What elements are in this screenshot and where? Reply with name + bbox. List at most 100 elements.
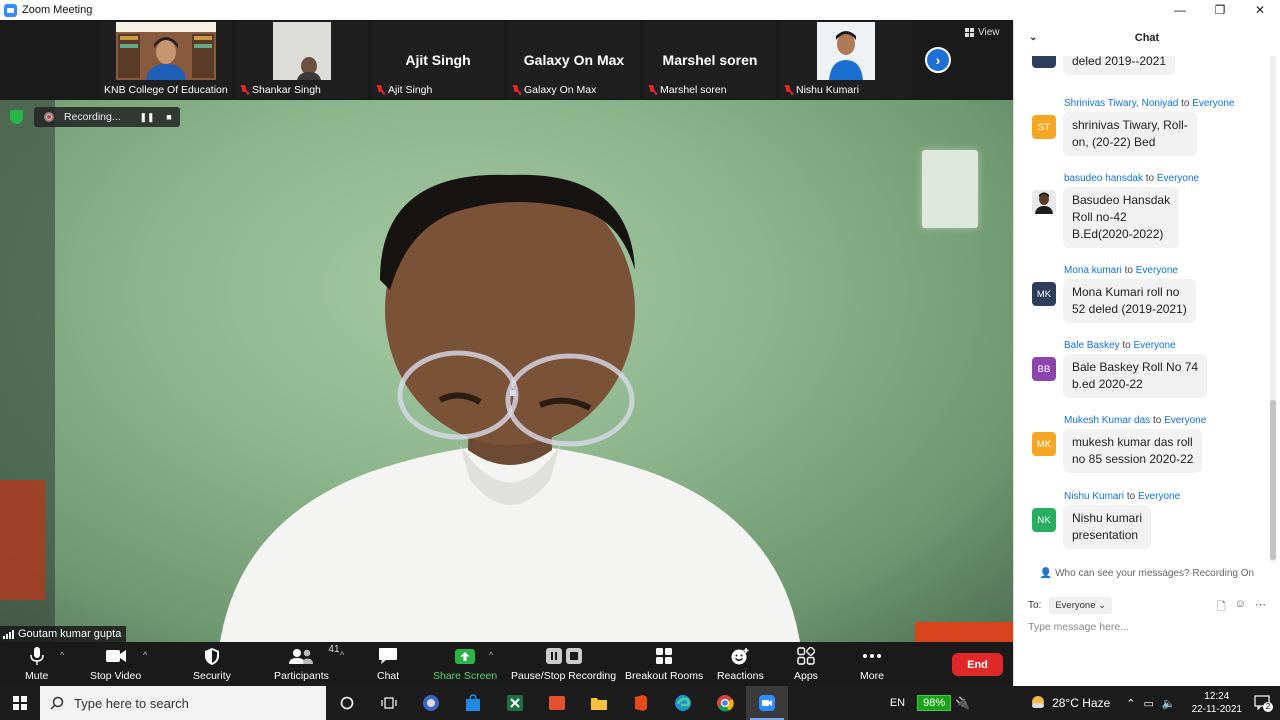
chat-header: ⌄ Chat <box>1014 20 1280 56</box>
chrome-browser-icon <box>717 695 734 712</box>
security-button[interactable]: Security <box>193 646 231 682</box>
battery-indicator[interactable]: 98% <box>917 695 952 711</box>
pause-recording-button[interactable]: ❚❚ <box>138 110 156 124</box>
taskbar-zoom[interactable] <box>746 686 788 720</box>
audio-options-caret[interactable]: ^ <box>60 650 64 660</box>
notification-count: 2 <box>1263 701 1273 712</box>
excel-icon <box>507 695 523 711</box>
participant-strip: KNB College Of Education Shankar Singh A… <box>0 20 1013 100</box>
search-icon <box>50 696 64 710</box>
stop-video-button[interactable]: Stop Video <box>90 646 141 682</box>
pause-stop-recording-button[interactable]: Pause/Stop Recording <box>511 646 616 682</box>
apps-button[interactable]: Apps <box>794 646 818 682</box>
close-window-button[interactable]: ✕ <box>1240 0 1280 20</box>
taskbar-app-red[interactable] <box>536 686 578 720</box>
taskbar-edge[interactable] <box>662 686 704 720</box>
participant-tile-nishu[interactable]: Nishu Kumari <box>780 22 912 98</box>
stop-recording-button[interactable]: ■ <box>160 110 178 124</box>
participants-options-caret[interactable]: ^ <box>340 650 344 660</box>
taskbar-app-blue[interactable] <box>410 686 452 720</box>
to-label: To: <box>1028 600 1042 611</box>
more-options-icon[interactable]: ⋯ <box>1255 598 1266 617</box>
meeting-toolbar: Mute ^ Stop Video ^ Security 41 Particip… <box>0 642 1013 686</box>
cortana-button[interactable] <box>326 686 368 720</box>
next-page-button[interactable]: › <box>925 47 951 73</box>
participant-tile-ajit[interactable]: Ajit Singh Ajit Singh <box>372 22 504 98</box>
speaker-icon[interactable]: 🔈 <box>1162 697 1176 710</box>
start-button[interactable] <box>0 686 40 720</box>
breakout-rooms-button[interactable]: Breakout Rooms <box>625 646 703 682</box>
participant-tile-marshel[interactable]: Marshel soren Marshel soren <box>644 22 776 98</box>
who-can-see-notice[interactable]: 👤 Who can see your messages? Recording O… <box>1014 568 1280 579</box>
recording-label: Recording... <box>64 111 121 123</box>
reactions-button[interactable]: Reactions <box>717 646 764 682</box>
microphone-icon <box>29 647 44 665</box>
system-clock[interactable]: 12:24 22-11-2021 <box>1192 690 1242 716</box>
more-button[interactable]: More <box>860 646 884 682</box>
left-shadow-decoration <box>0 100 55 642</box>
sender-avatar: MK <box>1032 282 1056 306</box>
participant-tile-knb[interactable]: KNB College Of Education <box>100 22 232 98</box>
message-input[interactable]: Type message here... <box>1028 621 1129 633</box>
share-options-caret[interactable]: ^ <box>489 650 493 660</box>
mute-button[interactable]: Mute <box>25 646 48 682</box>
taskbar-store[interactable] <box>452 686 494 720</box>
participants-button[interactable]: 41 Participants <box>274 644 340 682</box>
taskbar-excel[interactable] <box>494 686 536 720</box>
show-hidden-icons-icon[interactable]: ⌃ <box>1126 697 1135 710</box>
share-screen-icon <box>455 648 476 664</box>
muted-mic-icon <box>784 85 793 95</box>
view-button[interactable]: View <box>965 27 1000 38</box>
participant-display-name: Galaxy On Max <box>523 52 625 68</box>
minimize-button[interactable]: — <box>1160 0 1200 20</box>
chat-messages[interactable]: deled 2019--2021 Shrinivas Tiwary, Noniy… <box>1014 56 1272 566</box>
share-screen-button[interactable]: Share Screen <box>433 646 497 682</box>
chat-tools: 🗋 ☺ ⋯ <box>1217 598 1266 617</box>
participant-display-name: Marshel soren <box>662 52 758 68</box>
breakout-rooms-icon <box>656 648 673 664</box>
chat-title: Chat <box>1134 32 1160 44</box>
message-sender: Nishu Kumari to Everyone <box>1064 491 1181 502</box>
window-title: Zoom Meeting <box>22 4 93 16</box>
participant-name: KNB College Of Education <box>104 84 228 96</box>
meeting-area: KNB College Of Education Shankar Singh A… <box>0 20 1013 642</box>
store-icon <box>466 694 480 711</box>
network-icon[interactable]: ▭ <box>1143 697 1153 710</box>
chat-button[interactable]: Chat <box>377 646 399 682</box>
maximize-button[interactable]: ❐ <box>1200 0 1240 20</box>
sender-avatar: BB <box>1032 357 1056 381</box>
participant-tile-shankar[interactable]: Shankar Singh <box>236 22 368 98</box>
edge-browser-icon <box>675 695 691 711</box>
task-view-button[interactable] <box>368 686 410 720</box>
file-icon[interactable]: 🗋 <box>1217 598 1226 617</box>
participant-name: Marshel soren <box>648 84 727 96</box>
participant-tile-galaxy[interactable]: Galaxy On Max Galaxy On Max <box>508 22 640 98</box>
task-view-icon <box>381 697 397 709</box>
grid-view-icon <box>965 28 974 37</box>
taskbar-search[interactable]: Type here to search <box>40 686 326 720</box>
windows-taskbar: Type here to search EN 98% 🔌 28°C Haze ⌃… <box>0 686 1280 720</box>
video-camera-icon <box>105 650 126 662</box>
emoji-icon[interactable]: ☺ <box>1235 598 1246 617</box>
active-speaker-video: Recording... ❚❚ ■ Goutam kumar gupta <box>0 100 1013 642</box>
participant-photo <box>817 22 875 80</box>
video-options-caret[interactable]: ^ <box>143 650 147 660</box>
message-bubble: deled 2019--2021 <box>1063 56 1176 75</box>
taskbar-office[interactable] <box>620 686 662 720</box>
participant-photo <box>273 22 331 80</box>
scrollbar-thumb[interactable] <box>1270 400 1276 560</box>
language-indicator[interactable]: EN <box>890 697 905 709</box>
pause-stop-icon <box>545 648 582 664</box>
end-meeting-button[interactable]: End <box>952 653 1003 676</box>
recording-indicator: Recording... ❚❚ ■ <box>34 107 180 127</box>
message-sender: Shrinivas Tiwary, Noniyad to Everyone <box>1064 98 1235 109</box>
notifications-icon[interactable]: 2 <box>1254 694 1273 713</box>
message-bubble: mukesh kumar das roll no 85 session 2020… <box>1063 429 1203 473</box>
participants-count: 41 <box>328 644 340 655</box>
chat-scrollbar[interactable] <box>1270 56 1276 562</box>
weather-text[interactable]: 28°C Haze <box>1052 696 1110 710</box>
chevron-down-icon[interactable]: ⌄ <box>1029 32 1037 43</box>
taskbar-file-explorer[interactable] <box>578 686 620 720</box>
recipient-dropdown[interactable]: Everyone ⌄ <box>1049 597 1113 614</box>
taskbar-chrome[interactable] <box>704 686 746 720</box>
